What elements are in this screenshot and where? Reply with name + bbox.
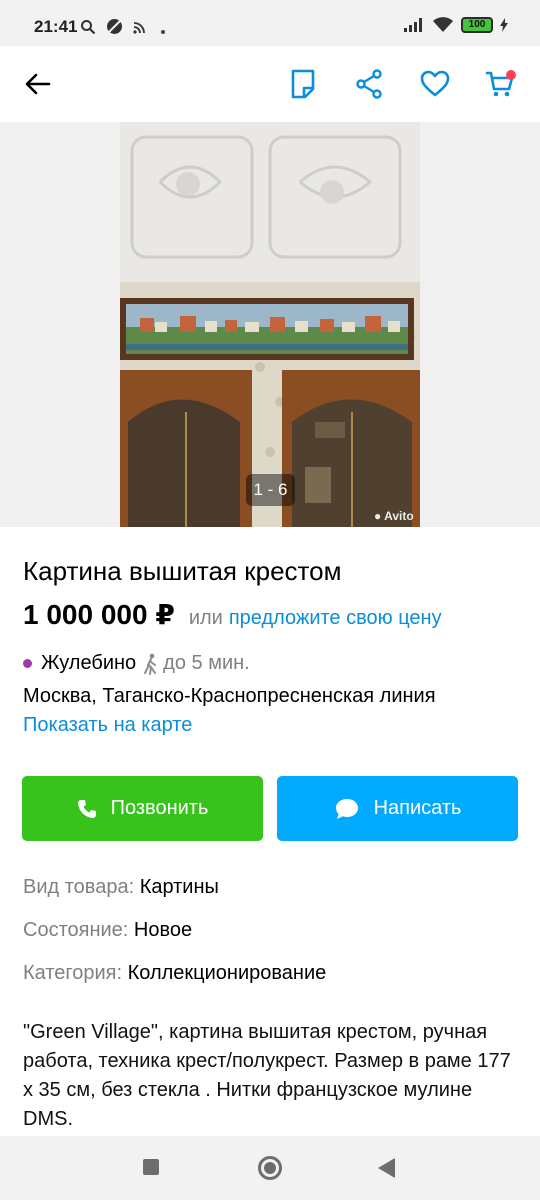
metro-row: Жулебино до 5 мин.: [23, 652, 250, 675]
photo-counter: 1 - 6: [246, 474, 295, 506]
listing-title: Картина вышитая крестом: [23, 556, 342, 586]
share-button[interactable]: [351, 66, 387, 102]
listing-photo[interactable]: [120, 122, 420, 527]
address: Москва, Таганско-Краснопресненская линия: [23, 685, 436, 707]
cart-badge: [506, 70, 516, 80]
phone-icon: [77, 799, 96, 818]
system-nav-bar: [0, 1136, 540, 1200]
param-key: Состояние:: [23, 919, 129, 941]
home-button[interactable]: [258, 1156, 282, 1180]
back-button[interactable]: [20, 66, 56, 102]
note-button[interactable]: [285, 66, 321, 102]
top-app-bar: [0, 46, 540, 122]
status-bar: 21:41 100: [0, 0, 540, 46]
heart-icon: [420, 70, 450, 97]
call-button[interactable]: Позвонить: [22, 776, 263, 841]
param-key: Вид товара:: [23, 876, 135, 898]
status-time: 21:41: [34, 17, 78, 36]
charging-icon: [500, 17, 508, 32]
metro-line-dot: [23, 659, 32, 668]
walk-time: до 5 мин.: [163, 652, 250, 674]
listing-price: 1 000 000 ₽: [23, 599, 175, 630]
signal-icon: [404, 17, 422, 32]
chat-bubble-icon: [335, 798, 358, 819]
favorite-button[interactable]: [417, 66, 453, 102]
data-saver-icon: [107, 19, 122, 34]
battery-indicator: 100: [461, 16, 493, 33]
photo-gallery[interactable]: 1 - 6 ● Avito: [0, 122, 540, 527]
param-row: Состояние: Новое: [23, 919, 192, 942]
message-button[interactable]: Написать: [277, 776, 518, 841]
status-notification-icons: [80, 18, 147, 35]
message-button-label: Написать: [373, 797, 462, 819]
walking-icon: [142, 653, 160, 675]
param-value: Коллекционирование: [127, 962, 327, 984]
listing-description: "Green Village", картина вышитая крестом…: [23, 1021, 511, 1130]
watermark-dots-icon: ●: [374, 509, 382, 523]
cart-button[interactable]: [482, 66, 518, 102]
offer-price-link[interactable]: предложите свою цену: [229, 607, 442, 630]
param-value: Картины: [139, 876, 219, 898]
price-or-label: или: [188, 607, 223, 629]
recents-button[interactable]: [143, 1159, 159, 1175]
call-button-label: Позвонить: [110, 797, 209, 819]
share-icon: [356, 69, 382, 99]
param-key: Категория:: [23, 962, 123, 984]
wifi-icon: [433, 17, 453, 32]
status-dot: [161, 30, 165, 34]
search-icon: [81, 19, 96, 34]
back-arrow-icon: [25, 73, 51, 95]
param-row: Вид товара: Картины: [23, 876, 219, 899]
cast-icon: [133, 21, 145, 34]
price-row: 1 000 000 ₽ или предложите свою цену: [23, 598, 442, 631]
note-icon: [291, 69, 315, 99]
param-row: Категория: Коллекционирование: [23, 962, 326, 985]
show-on-map-link[interactable]: Показать на карте: [23, 714, 192, 737]
status-system-icons: 100: [403, 16, 508, 33]
photo-illustration: [120, 122, 420, 527]
param-value: Новое: [133, 919, 193, 941]
back-nav-button[interactable]: [378, 1158, 395, 1178]
avito-watermark: ● Avito: [374, 509, 414, 523]
metro-station: Жулебино: [41, 652, 137, 674]
